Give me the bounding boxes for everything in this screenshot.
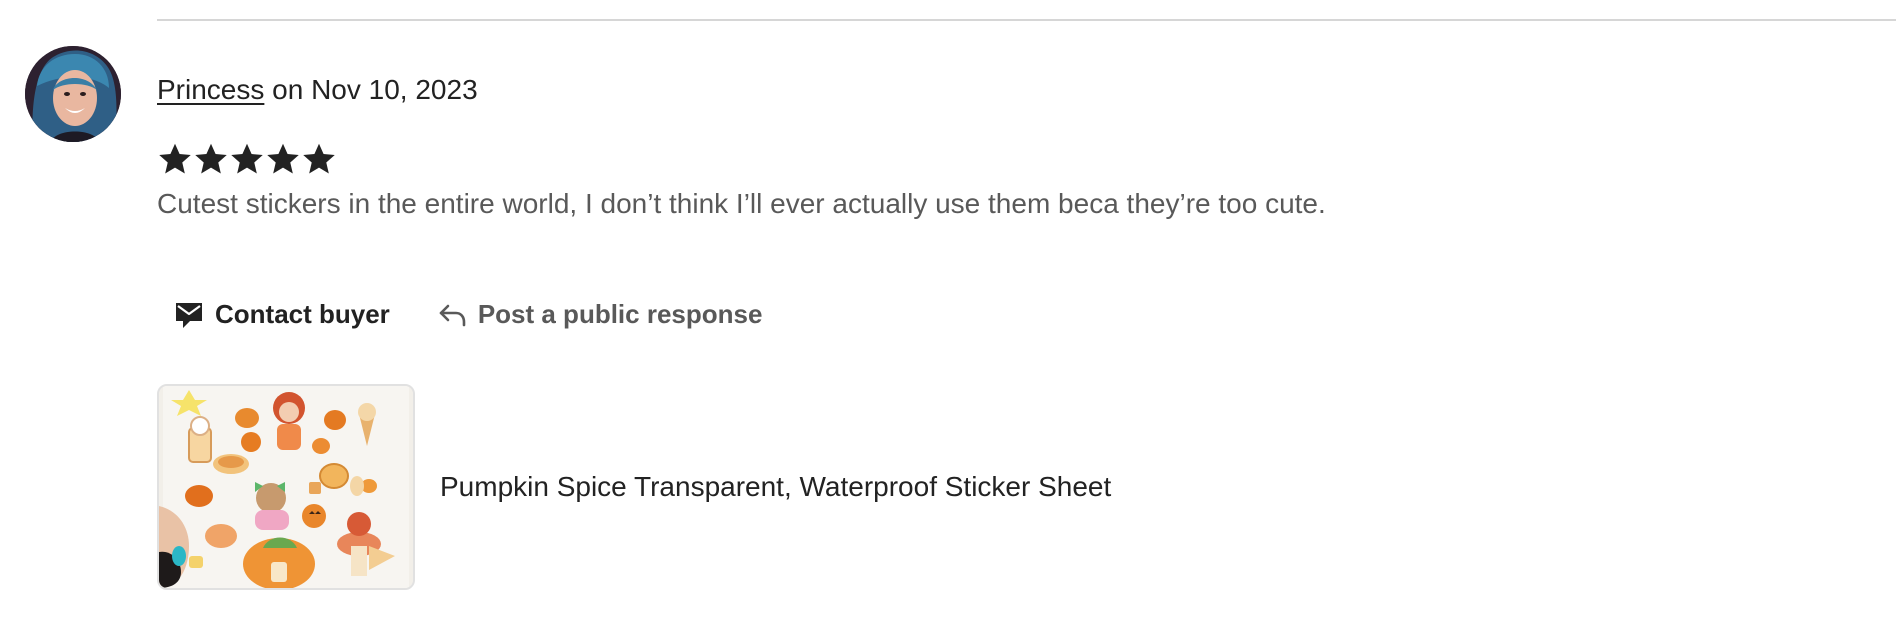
contact-buyer-label: Contact buyer [215,298,390,329]
post-public-response-label: Post a public response [477,298,763,329]
avatar-image [25,46,121,142]
product-title[interactable]: Pumpkin Spice Transparent, Waterproof St… [440,467,1111,507]
envelope-icon [176,303,202,328]
review-date: Nov 10, 2023 [311,74,478,105]
review-header: Princess on Nov 10, 2023 [157,70,478,110]
star-icon [267,143,299,174]
star-icon [195,143,227,174]
post-public-response-button[interactable]: Post a public response [420,290,779,338]
star-icon [231,143,263,174]
reviewer-name-link[interactable]: Princess [157,74,264,105]
reviewed-product[interactable]: Pumpkin Spice Transparent, Waterproof St… [157,384,1111,590]
product-thumbnail[interactable] [157,384,415,590]
date-prefix: on [264,74,312,105]
star-icon [303,143,335,174]
sticker-sheet-image [159,386,413,588]
section-divider [157,19,1896,21]
review-actions: Contact buyer Post a public response [157,290,778,338]
review-text: Cutest stickers in the entire world, I d… [157,188,1326,219]
star-icon [159,143,191,174]
star-rating [157,137,337,181]
contact-buyer-button[interactable]: Contact buyer [157,290,406,338]
reviewer-avatar[interactable] [25,46,121,142]
reply-arrow-icon [439,304,466,327]
